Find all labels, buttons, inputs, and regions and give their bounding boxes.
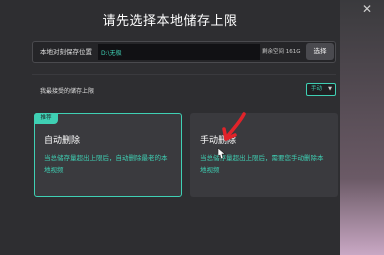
auto-delete-desc-line1: 当总储存量超出上限后，自动删除最老的本 [44, 154, 168, 162]
dialog-title: 请先选择本地储存上限 [102, 14, 238, 29]
cursor-icon [217, 147, 226, 160]
red-arrow-annotation-icon [222, 112, 246, 141]
storage-path-input[interactable] [98, 44, 260, 60]
manual-delete-desc-line2: 地视频 [200, 166, 220, 174]
storage-policy-value: 手动 [311, 86, 323, 92]
storage-policy-select[interactable]: 手动 ▼ [306, 83, 336, 96]
free-space-text: 剩余空间 161G [262, 49, 301, 55]
storage-policy-label: 我最接受的储存上限 [40, 88, 95, 95]
background-strip [340, 0, 384, 255]
auto-delete-title: 自动删除 [44, 136, 81, 146]
close-icon[interactable]: ✕ [360, 2, 374, 16]
storage-path-label: 本地对刻保存位置 [40, 48, 92, 56]
divider [32, 74, 336, 75]
choose-folder-button[interactable]: 选择 [306, 43, 334, 60]
auto-delete-desc-line2: 地视频 [44, 166, 64, 174]
recommended-badge: 推荐 [34, 113, 58, 124]
chevron-down-icon: ▼ [328, 86, 332, 92]
